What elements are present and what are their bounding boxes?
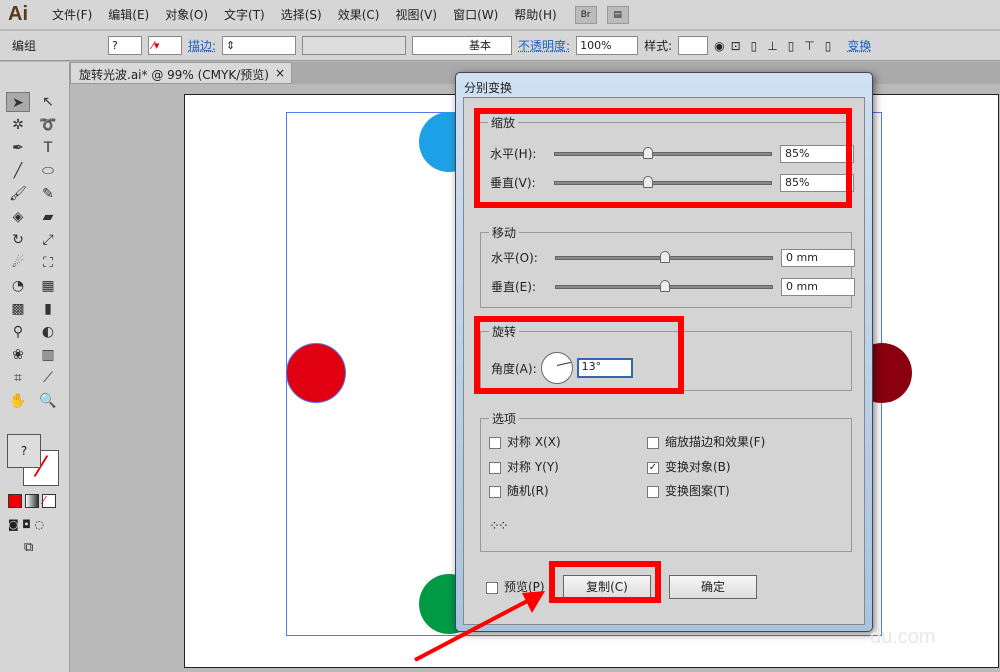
opacity-link[interactable]: 不透明度: — [518, 37, 570, 54]
ellipse-tool-icon[interactable]: ⬭ — [36, 161, 60, 181]
menu-edit[interactable]: 编辑(E) — [100, 6, 157, 23]
move-group: 移动 水平(O): 0 mm 垂直(E): 0 mm — [480, 224, 855, 308]
move-label: 移动 — [489, 224, 520, 241]
menu-help[interactable]: 帮助(H) — [506, 6, 564, 23]
rotate-tool-icon[interactable]: ↻ — [6, 230, 30, 250]
reference-point-icon[interactable]: ⁘⁘ — [489, 519, 509, 534]
red-circle[interactable] — [286, 343, 346, 403]
warp-tool-icon[interactable]: ☄ — [6, 253, 30, 273]
screen-mode-button[interactable]: ⧉ — [24, 540, 33, 555]
stroke-swatch[interactable]: ⁄▾ — [148, 36, 182, 55]
graph-tool-icon[interactable]: ▥ — [36, 345, 60, 365]
document-tab[interactable]: 旋转光波.ai* @ 99% (CMYK/预览) × — [70, 62, 292, 84]
selection-type: 编组 — [12, 39, 37, 53]
document-tab-title: 旋转光波.ai* @ 99% (CMYK/预览) — [79, 68, 269, 82]
transform-patterns-checkbox[interactable]: 变换图案(T) — [647, 482, 730, 499]
hand-tool-icon[interactable]: ✋ — [6, 391, 30, 411]
scale-tool-icon[interactable]: ⤢ — [36, 230, 60, 250]
eraser-tool-icon[interactable]: ▰ — [36, 207, 60, 227]
type-tool-icon[interactable]: T — [36, 138, 60, 158]
ok-button[interactable]: 确定 — [669, 575, 757, 599]
align-icons[interactable]: ⊡▯⊥▯⊤▯ — [731, 39, 842, 53]
reflect-y-checkbox[interactable]: 对称 Y(Y) — [489, 458, 559, 475]
random-checkbox[interactable]: 随机(R) — [489, 482, 549, 499]
slice-tool-icon[interactable]: ⟋ — [36, 368, 60, 388]
free-transform-tool-icon[interactable]: ⛶ — [36, 253, 60, 273]
globe-icon[interactable]: ◉ — [714, 39, 724, 53]
move-v-slider[interactable] — [555, 279, 773, 292]
variable-width-select[interactable] — [302, 36, 407, 55]
perspective-grid-tool-icon[interactable]: ▦ — [36, 276, 60, 296]
options-label: 选项 — [489, 410, 520, 427]
opacity-input[interactable]: 100% — [576, 36, 639, 55]
gradient-tool-icon[interactable]: ▮ — [36, 299, 60, 319]
control-bar: 编组 ? ⁄▾ 描边: ⇕ 基本 不透明度: 100% 样式: ◉ ⊡▯⊥▯⊤▯… — [0, 31, 1000, 61]
highlight-rotate — [474, 316, 684, 394]
menu-view[interactable]: 视图(V) — [387, 6, 445, 23]
menu-window[interactable]: 窗口(W) — [445, 6, 506, 23]
workspace-switcher-button[interactable]: ▤ — [606, 5, 629, 24]
tools-panel: ➤ ↖ ✲ ➰ ✒ T ╱ ⬭ 🖌 ✎ ◈ ▰ ↻ ⤢ ☄ ⛶ ◔ ▦ ▩ ▮ … — [0, 62, 70, 672]
style-select[interactable] — [678, 36, 709, 55]
style-label: 样式: — [644, 39, 673, 53]
dialog-title: 分别变换 — [464, 81, 513, 95]
lasso-tool-icon[interactable]: ➰ — [36, 115, 60, 135]
close-tab-icon[interactable]: × — [275, 66, 285, 80]
scale-strokes-checkbox[interactable]: 缩放描边和效果(F) — [647, 433, 765, 450]
bridge-button[interactable]: Br — [574, 5, 597, 24]
brush-select[interactable]: 基本 — [412, 36, 513, 55]
selection-tool-icon[interactable]: ➤ — [6, 92, 30, 112]
transform-objects-checkbox[interactable]: ✓ 变换对象(B) — [647, 458, 731, 475]
shape-builder-tool-icon[interactable]: ◔ — [6, 276, 30, 296]
menu-file[interactable]: 文件(F) — [44, 6, 100, 23]
reflect-x-checkbox[interactable]: 对称 X(X) — [489, 433, 561, 450]
pencil-tool-icon[interactable]: ✎ — [36, 184, 60, 204]
options-group: 选项 对称 X(X) 缩放描边和效果(F) 对称 Y(Y) ✓ 变换对象(B) 随… — [480, 410, 852, 552]
direct-selection-tool-icon[interactable]: ↖ — [36, 92, 60, 112]
artboard-tool-icon[interactable]: ⌗ — [6, 368, 30, 388]
magic-wand-tool-icon[interactable]: ✲ — [6, 115, 30, 135]
move-h-label: 水平(O): — [491, 251, 538, 265]
watermark: du.com — [870, 626, 936, 648]
slider-thumb[interactable] — [660, 279, 670, 292]
stroke-link[interactable]: 描边: — [188, 37, 216, 54]
move-v-label: 垂直(E): — [491, 280, 536, 294]
blend-tool-icon[interactable]: ◐ — [36, 322, 60, 342]
menu-bar: Ai 文件(F) 编辑(E) 对象(O) 文字(T) 选择(S) 效果(C) 视… — [0, 0, 1000, 30]
slider-thumb[interactable] — [660, 250, 670, 263]
highlight-scale — [474, 108, 852, 208]
menu-select[interactable]: 选择(S) — [273, 6, 330, 23]
draw-mode-buttons[interactable]: ◙ ◘ ◌ — [8, 518, 44, 531]
red-arrow-icon — [414, 591, 545, 662]
move-h-slider[interactable] — [555, 250, 773, 263]
highlight-copy — [549, 561, 661, 603]
eyedropper-tool-icon[interactable]: ⚲ — [6, 322, 30, 342]
fill-swatch[interactable]: ? — [108, 36, 142, 55]
paintbrush-tool-icon[interactable]: 🖌 — [6, 184, 30, 204]
blob-brush-tool-icon[interactable]: ◈ — [6, 207, 30, 227]
color-mode-buttons[interactable]: ⁄ — [8, 494, 56, 508]
pen-tool-icon[interactable]: ✒ — [6, 138, 30, 158]
menu-type[interactable]: 文字(T) — [216, 6, 273, 23]
line-tool-icon[interactable]: ╱ — [6, 161, 30, 181]
app-logo: Ai — [8, 3, 28, 25]
zoom-tool-icon[interactable]: 🔍 — [36, 391, 60, 411]
transform-link[interactable]: 变换 — [847, 37, 871, 54]
mesh-tool-icon[interactable]: ▩ — [6, 299, 30, 319]
menu-effect[interactable]: 效果(C) — [330, 6, 388, 23]
fill-stroke-swatches[interactable]: ⁄ ? — [7, 434, 59, 486]
move-h-input[interactable]: 0 mm — [781, 248, 855, 267]
menu-object[interactable]: 对象(O) — [157, 6, 216, 23]
stroke-weight-input[interactable]: ⇕ — [222, 36, 297, 55]
symbol-sprayer-tool-icon[interactable]: ❀ — [6, 345, 30, 365]
move-v-input[interactable]: 0 mm — [781, 277, 855, 296]
